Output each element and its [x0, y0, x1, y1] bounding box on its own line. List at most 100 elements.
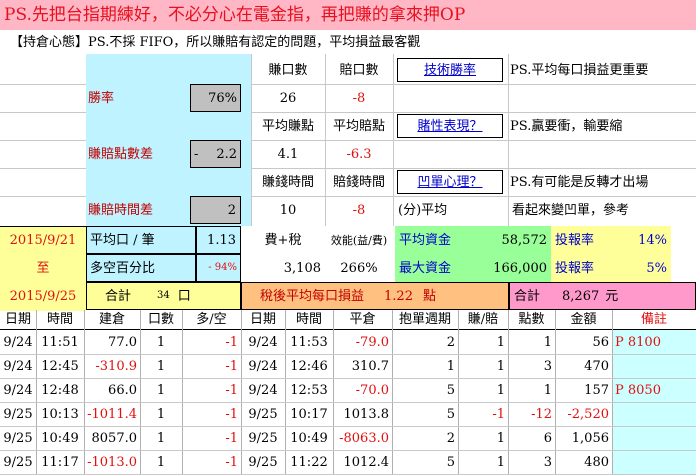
open-date: 9/25: [3, 430, 33, 446]
open-price: -1013.0: [87, 454, 137, 470]
avg-win-pts-value: 4.1: [277, 146, 299, 162]
note-reverse: PS.有可能是反轉才出場: [510, 174, 649, 190]
open-time: 10:13: [41, 406, 79, 422]
amount: 480: [584, 454, 609, 470]
close-time: 10:17: [290, 406, 328, 422]
roi-label: 投報率: [555, 232, 595, 248]
close-time: 11:22: [290, 454, 328, 470]
avg-lot-value: 1.13: [196, 226, 241, 254]
win-loss: -1: [492, 406, 505, 422]
note-avg-profit: PS.平均每口損益更重要: [510, 62, 649, 78]
lots: 1: [156, 382, 166, 398]
close-price: 310.7: [351, 358, 389, 374]
win-rate-value: 76%: [190, 84, 241, 112]
amount: -2,520: [567, 406, 609, 422]
close-price: 1013.8: [343, 406, 390, 422]
direction: -1: [225, 382, 238, 398]
hold-period: 5: [446, 406, 455, 422]
point-diff-sign: -: [194, 146, 199, 162]
open-time: 12:45: [41, 358, 79, 374]
avg-capital-label: 平均資金: [399, 232, 452, 248]
header-close-time: 時間: [285, 310, 333, 330]
roi2-cell: 投報率 5%: [551, 254, 671, 282]
lot-unit: 口: [177, 288, 191, 304]
header-amount: 金額: [555, 310, 612, 330]
win-loss: 1: [496, 454, 505, 470]
gambling-link[interactable]: 賭性表現？: [397, 114, 503, 138]
remark: P 8050: [615, 382, 661, 398]
open-price: 66.0: [108, 382, 137, 398]
fee-tax-value: 3,108: [283, 260, 321, 276]
header-remark: 備註: [612, 310, 696, 330]
remark: [612, 426, 696, 450]
close-date: 9/24: [248, 358, 278, 374]
total-amount-value: 8,267: [562, 288, 600, 304]
period-to: 至: [36, 260, 50, 276]
hold-period: 1: [446, 358, 455, 374]
header-close-date: 日期: [241, 310, 285, 330]
open-time: 12:48: [41, 382, 79, 398]
loss-count-label: 賠口數: [339, 62, 379, 78]
time-diff-label: 賺賠時間差: [88, 202, 154, 218]
header-direction: 多/空: [182, 310, 241, 330]
close-time: 11:53: [290, 334, 328, 350]
period-end: 2015/9/25: [9, 288, 77, 304]
close-date: 9/24: [248, 382, 278, 398]
avg-capital-value: 58,572: [501, 232, 548, 248]
direction: -1: [225, 430, 238, 446]
close-date: 9/24: [248, 334, 278, 350]
win-count-label: 賺口數: [268, 62, 308, 78]
hold-period: 2: [446, 430, 455, 446]
yuan-unit: 元: [605, 288, 619, 304]
total-label: 合計: [105, 288, 132, 304]
time-diff-value: 2: [190, 196, 241, 224]
sheet-subtitle: 【持倉心態】PS.不採 FIFO，所以賺賠有認定的問題，平均損益最客觀: [10, 34, 421, 50]
note-win-lose: PS.贏要衝，輸要縮: [510, 118, 623, 134]
avg-win-pts-label: 平均賺點: [261, 118, 314, 134]
points: 1: [543, 382, 552, 398]
close-price: -8063.0: [339, 430, 389, 446]
point-diff-label: 賺賠點數差: [88, 146, 154, 162]
open-date: 9/24: [3, 382, 33, 398]
lots: 1: [156, 406, 166, 422]
total2-label: 合計: [514, 288, 541, 304]
loss-time-label: 賠錢時間: [332, 174, 385, 190]
remark: [612, 354, 696, 378]
loss-count-value: -8: [352, 90, 366, 106]
open-date: 9/25: [3, 454, 33, 470]
open-price: 77.0: [108, 334, 137, 350]
open-price: -1011.4: [87, 406, 137, 422]
close-time: 12:46: [290, 358, 328, 374]
avg-loss-pts-label: 平均賠點: [332, 118, 385, 134]
roi-value: 14%: [638, 232, 667, 248]
hold-period: 5: [446, 382, 455, 398]
win-loss: 1: [496, 382, 505, 398]
after-tax-label: 稅後平均每口損益: [260, 288, 365, 304]
reverse-link[interactable]: 凹單心理？: [397, 170, 503, 194]
direction: -1: [225, 454, 238, 470]
pts-unit: 點: [422, 288, 436, 304]
total-lots-cell: 合計 34 口: [86, 282, 241, 310]
remark: P 8100: [615, 334, 661, 350]
fee-tax-label: 費+稅: [264, 232, 302, 248]
avg-lot-label: 平均口 / 筆: [86, 226, 196, 254]
amount: 1,056: [571, 430, 609, 446]
spreadsheet: PS.先把台指期練好，不必分心在電金指，再把賺的拿來押OP 【持倉心態】PS.不…: [0, 0, 696, 475]
tech-win-rate-link[interactable]: 技術勝率: [397, 58, 503, 82]
points: 6: [543, 430, 552, 446]
header-open-time: 時間: [36, 310, 84, 330]
direction: -1: [225, 358, 238, 374]
hold-period: 5: [446, 454, 455, 470]
win-count-value: 26: [279, 90, 297, 106]
avg-capital-cell: 平均資金 58,572: [395, 226, 551, 254]
roi-cell: 投報率 14%: [551, 226, 671, 254]
long-short-value: - 94%: [196, 254, 241, 282]
amount: 56: [592, 334, 609, 350]
after-tax-value: 1.22: [384, 288, 413, 304]
total-lots-value: 34: [157, 290, 170, 301]
lots: 1: [156, 334, 166, 350]
direction: -1: [225, 334, 238, 350]
win-loss: 1: [496, 358, 505, 374]
lots: 1: [156, 454, 166, 470]
win-time-label: 賺錢時間: [261, 174, 314, 190]
